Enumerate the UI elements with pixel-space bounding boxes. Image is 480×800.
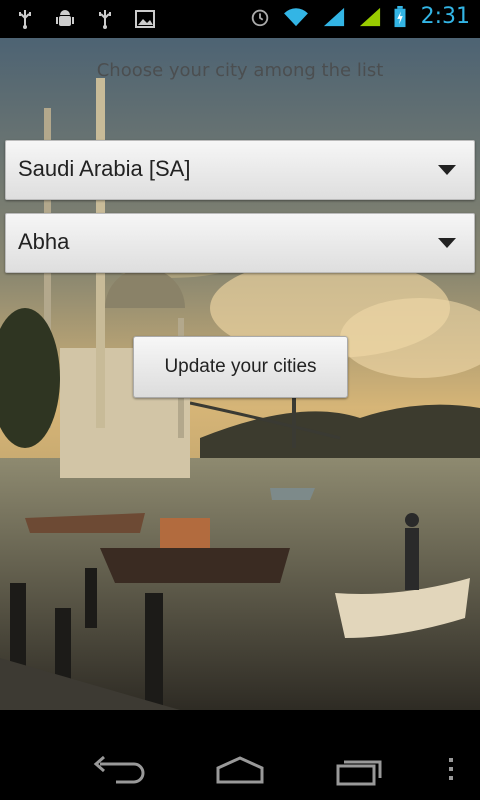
android-debug-icon <box>56 10 74 26</box>
signal-icon <box>359 7 380 26</box>
menu-icon[interactable] <box>436 752 466 786</box>
usb-icon <box>99 10 111 29</box>
choose-city-prompt: Choose your city among the list <box>96 60 384 81</box>
city-select-value: Abha <box>18 229 70 254</box>
update-cities-button[interactable]: Update your cities <box>133 336 348 398</box>
dropdown-arrow-icon <box>438 238 456 248</box>
usb-icon <box>19 10 31 29</box>
alarm-icon <box>251 9 268 26</box>
recent-apps-icon[interactable] <box>330 752 390 786</box>
battery-charging-icon <box>394 5 406 27</box>
signal-icon <box>323 7 344 26</box>
wifi-icon <box>283 7 308 26</box>
clock: 2:31 <box>420 4 470 29</box>
dropdown-arrow-icon <box>438 165 456 175</box>
country-select[interactable]: Saudi Arabia [SA] <box>5 140 475 200</box>
city-select[interactable]: Abha <box>5 213 475 273</box>
back-icon[interactable] <box>90 752 150 786</box>
home-icon[interactable] <box>210 752 270 786</box>
status-bar: 2:31 <box>0 0 480 38</box>
image-icon <box>135 10 155 28</box>
navigation-bar <box>0 710 480 800</box>
content-area: Choose your city among the list Saudi Ar… <box>0 38 480 710</box>
country-select-value: Saudi Arabia [SA] <box>18 156 191 181</box>
